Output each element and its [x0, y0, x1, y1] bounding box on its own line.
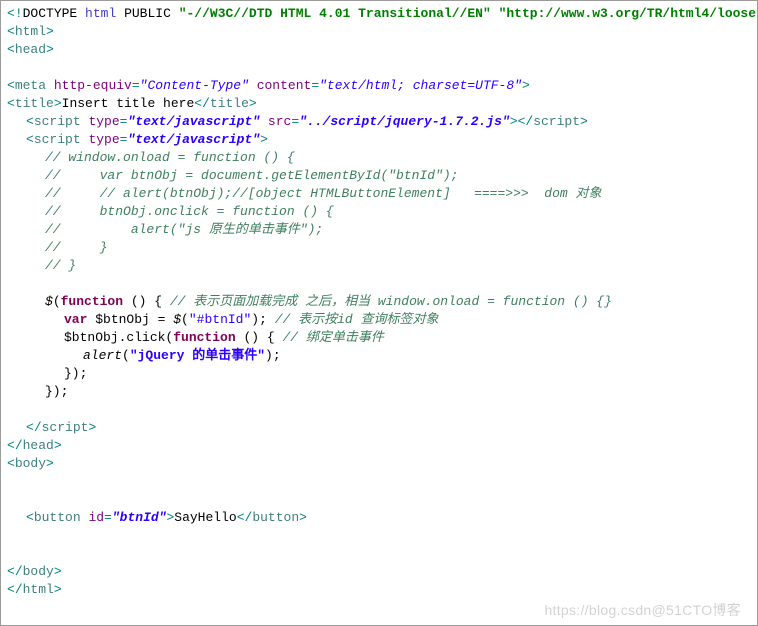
script2-close: </script> [7, 419, 751, 437]
script2-open: <script type="text/javascript"> [7, 131, 751, 149]
body-close: </body> [7, 563, 751, 581]
blank-line [7, 473, 751, 491]
jq-select: var $btnObj = $("#btnId"); // 表示按id 查询标签… [7, 311, 751, 329]
watermark: https://blog.csdn@51CTO博客 [544, 601, 741, 619]
comment-line: // alert("js 原生的单击事件"); [45, 222, 323, 237]
comment-line: // // alert(btnObj);//[object HTMLButton… [45, 186, 602, 201]
body-open: <body> [7, 455, 751, 473]
close-brace: }); [45, 384, 68, 399]
close-brace: }); [64, 366, 87, 381]
html-open: <html> [7, 23, 751, 41]
jq-click: $btnObj.click(function () { // 绑定单击事件 [7, 329, 751, 347]
head-open: <head> [7, 41, 751, 59]
doctype-line: <!DOCTYPE html PUBLIC "-//W3C//DTD HTML … [7, 5, 751, 23]
blank-line [7, 59, 751, 77]
blank-line [7, 545, 751, 563]
blank-line [7, 527, 751, 545]
meta-line: <meta http-equiv="Content-Type" content=… [7, 77, 751, 95]
jq-ready: $(function () { // 表示页面加载完成 之后，相当 window… [7, 293, 751, 311]
comment-line: // } [45, 240, 107, 255]
head-close: </head> [7, 437, 751, 455]
html-close: </html> [7, 581, 751, 599]
comment-line: // } [45, 258, 76, 273]
lt: < [7, 6, 15, 21]
jq-alert: alert("jQuery 的单击事件"); [7, 347, 751, 365]
button-line: <button id="btnId">SayHello</button> [7, 509, 751, 527]
comment-line: // var btnObj = document.getElementById(… [45, 168, 458, 183]
comment-line: // window.onload = function () { [45, 150, 295, 165]
title-line: <title>Insert title here</title> [7, 95, 751, 113]
code-block: <!DOCTYPE html PUBLIC "-//W3C//DTD HTML … [0, 0, 758, 626]
script1-line: <script type="text/javascript" src="../s… [7, 113, 751, 131]
comment-line: // btnObj.onclick = function () { [45, 204, 334, 219]
blank-line [7, 401, 751, 419]
blank-line [7, 275, 751, 293]
blank-line [7, 491, 751, 509]
